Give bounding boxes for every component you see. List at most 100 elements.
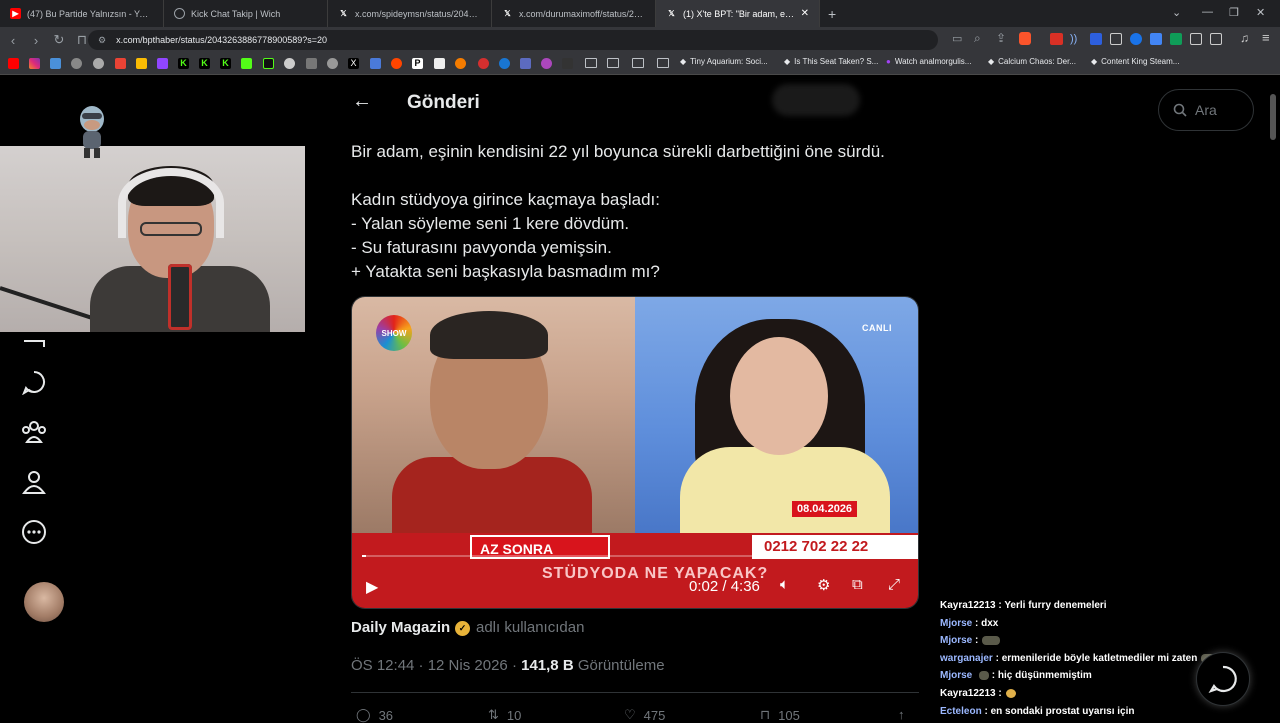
bookmark-content-king[interactable]: ◆ Content King Steam... bbox=[1091, 57, 1179, 66]
bookmark-icon[interactable] bbox=[478, 58, 489, 69]
steam-icon: ◆ bbox=[784, 57, 791, 66]
bookmark-icon[interactable] bbox=[370, 58, 381, 69]
extension-icon[interactable] bbox=[1130, 33, 1142, 45]
repost-icon: ⇅ bbox=[488, 707, 499, 722]
brave-shield-icon[interactable] bbox=[1019, 32, 1031, 45]
extension-icon[interactable] bbox=[1190, 33, 1202, 45]
site-info-icon[interactable]: ⚙ bbox=[98, 35, 106, 46]
tab-kick-chat[interactable]: Kick Chat Takip | Wich bbox=[164, 0, 328, 27]
reply-button[interactable]: ◯ 36 bbox=[356, 707, 393, 723]
back-arrow-icon[interactable]: ← bbox=[352, 90, 372, 113]
extension-icon[interactable] bbox=[1090, 33, 1102, 45]
chat-icon[interactable] bbox=[21, 369, 47, 395]
back-icon[interactable]: ‹ bbox=[3, 33, 23, 48]
bookmark-icon[interactable] bbox=[562, 58, 573, 69]
reload-icon[interactable]: ↻ bbox=[49, 32, 69, 48]
bookmark-calcium-chaos[interactable]: ◆ Calcium Chaos: Der... bbox=[988, 57, 1076, 66]
bookmark-icon[interactable] bbox=[327, 58, 338, 69]
tab-youtube[interactable]: ▶ (47) Bu Partide Yalnızsın - YouTube bbox=[0, 0, 164, 27]
extension-icon[interactable] bbox=[1170, 33, 1182, 45]
tab-title: x.com/durumaximoff/status/20430838 bbox=[519, 8, 645, 19]
messages-button[interactable] bbox=[1196, 652, 1250, 706]
bookmark-icon[interactable] bbox=[306, 58, 317, 69]
share-icon[interactable]: ⇪ bbox=[996, 31, 1006, 45]
post-header: ← Gönderi bbox=[340, 76, 920, 129]
extension-icon[interactable] bbox=[1150, 33, 1162, 45]
settings-icon[interactable]: ⚙ bbox=[817, 576, 830, 594]
bookmark-icon[interactable] bbox=[455, 58, 466, 69]
steam-icon: ◆ bbox=[988, 57, 995, 66]
folder-icon[interactable] bbox=[585, 58, 597, 68]
forward-icon[interactable]: › bbox=[26, 33, 46, 48]
video-frame-presenter: CANLI bbox=[635, 297, 918, 537]
bookmark-icon[interactable] bbox=[241, 58, 252, 69]
sidebar-icon[interactable] bbox=[1210, 33, 1222, 45]
video-player[interactable]: SHOW CANLI 08.04.2026 AZ SONRA 0212 702 … bbox=[351, 296, 919, 609]
bookmark-icon[interactable] bbox=[93, 58, 104, 69]
post-time[interactable]: ÖS 12:44 · 12 Nis 2026 bbox=[351, 657, 508, 674]
gmail-bookmark-icon[interactable] bbox=[115, 58, 126, 69]
folder-icon[interactable] bbox=[632, 58, 644, 68]
bookmark-icon: ⊓ bbox=[760, 707, 771, 722]
x-bookmark-icon[interactable]: X bbox=[348, 58, 359, 69]
twitch-bookmark-icon[interactable] bbox=[157, 58, 168, 69]
address-bar[interactable]: ⚙ x.com/bpthaber/status/2043263886778900… bbox=[88, 30, 938, 50]
audio-extension-icon[interactable]: )) bbox=[1070, 33, 1077, 45]
tab-x-bpt-active[interactable]: 𝕏 (1) X'te BPT: "Bir adam, eşinin ke ✕ bbox=[656, 0, 820, 27]
folder-icon[interactable] bbox=[607, 58, 619, 68]
repost-button[interactable]: ⇅ 10 bbox=[488, 707, 521, 723]
pip-icon[interactable]: ⧉ bbox=[852, 576, 863, 593]
source-suffix: adlı kullanıcıdan bbox=[476, 619, 585, 636]
play-icon[interactable]: ▶ bbox=[366, 577, 378, 597]
bookmark-icon[interactable] bbox=[71, 58, 82, 69]
bookmark-icon[interactable] bbox=[50, 58, 61, 69]
bookmark-icon[interactable] bbox=[263, 58, 274, 69]
close-window-icon[interactable]: ✕ bbox=[1256, 6, 1265, 19]
more-icon[interactable] bbox=[21, 519, 47, 545]
cast-icon[interactable]: ▭ bbox=[952, 32, 962, 45]
fullscreen-icon[interactable]: ⤢ bbox=[888, 576, 900, 593]
bookmark-seat-taken[interactable]: ◆ Is This Seat Taken? S... bbox=[784, 57, 878, 66]
youtube-icon: ▶ bbox=[10, 8, 21, 19]
bookmark-icon[interactable] bbox=[499, 58, 510, 69]
scrollbar[interactable] bbox=[1270, 94, 1276, 140]
source-account-name[interactable]: Daily Magazin bbox=[351, 619, 450, 636]
like-button[interactable]: ♡ 475 bbox=[624, 707, 665, 723]
restore-icon[interactable]: ❐ bbox=[1229, 6, 1239, 19]
drive-bookmark-icon[interactable] bbox=[136, 58, 147, 69]
video-progress-bar[interactable] bbox=[362, 555, 910, 557]
tab-x-spideymsn[interactable]: 𝕏 x.com/spideymsn/status/2043244856 bbox=[328, 0, 492, 27]
tab-x-durumaximoff[interactable]: 𝕏 x.com/durumaximoff/status/20430838 bbox=[492, 0, 656, 27]
menu-icon[interactable]: ≡ bbox=[1262, 30, 1270, 45]
new-tab-button[interactable]: + bbox=[828, 6, 836, 22]
bookmark-tiny-aquarium[interactable]: ◆ Tiny Aquarium: Soci... bbox=[680, 57, 768, 66]
kick-bookmark-icon[interactable]: K bbox=[199, 58, 210, 69]
bookmark-icon[interactable] bbox=[541, 58, 552, 69]
communities-icon[interactable] bbox=[21, 419, 47, 445]
profile-icon[interactable] bbox=[21, 469, 47, 495]
avatar[interactable] bbox=[24, 582, 64, 622]
anchor-bookmark-icon[interactable] bbox=[284, 58, 295, 69]
kick-bookmark-icon[interactable]: K bbox=[220, 58, 231, 69]
search-input[interactable]: Ara bbox=[1158, 89, 1254, 131]
reddit-bookmark-icon[interactable] bbox=[391, 58, 402, 69]
extension-icon[interactable] bbox=[1050, 33, 1063, 45]
search-placeholder: Ara bbox=[1195, 102, 1217, 118]
folder-icon[interactable] bbox=[657, 58, 669, 68]
bookmark-watch[interactable]: ● Watch analmorgulis... bbox=[886, 57, 971, 66]
tab-search-icon[interactable]: ⌄ bbox=[1172, 6, 1181, 19]
instagram-bookmark-icon[interactable] bbox=[29, 58, 40, 69]
video-time: 0:02 / 4:36 bbox=[689, 578, 760, 595]
bookmark-icon[interactable] bbox=[434, 58, 445, 69]
close-tab-icon[interactable]: ✕ bbox=[801, 8, 809, 19]
extension-icon[interactable] bbox=[1110, 33, 1122, 45]
volume-icon[interactable]: 🔈︎ bbox=[780, 576, 789, 593]
kick-bookmark-icon[interactable]: K bbox=[178, 58, 189, 69]
bookmark-icon[interactable] bbox=[520, 58, 531, 69]
youtube-bookmark-icon[interactable] bbox=[8, 58, 19, 69]
zoom-icon[interactable]: ⌕ bbox=[974, 31, 981, 46]
bookmark-button[interactable]: ⊓ 105 bbox=[760, 707, 800, 723]
media-icon[interactable]: ♫ bbox=[1240, 31, 1249, 45]
minimize-icon[interactable]: — bbox=[1202, 6, 1213, 18]
bookmark-icon[interactable]: P bbox=[412, 58, 423, 69]
